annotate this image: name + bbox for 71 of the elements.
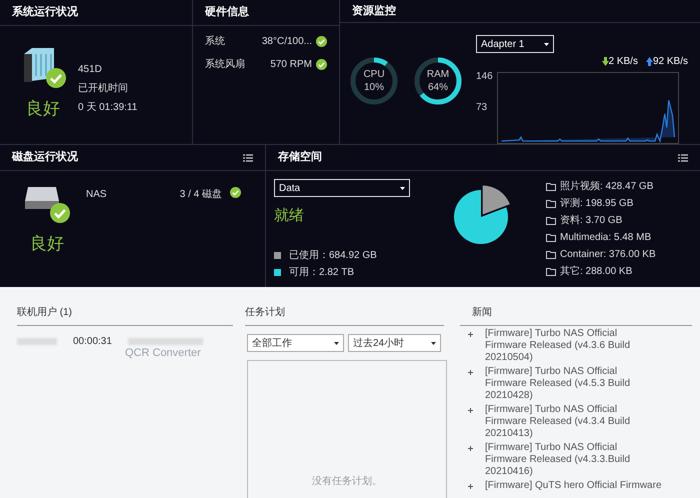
gauge-ring bbox=[348, 55, 400, 107]
desktop-icon-label: QCR Converter bbox=[125, 346, 201, 361]
upload-arrow-icon bbox=[646, 57, 653, 66]
hardware-label: 系统 bbox=[205, 34, 226, 49]
health-status: 良好 bbox=[26, 98, 60, 120]
download-speed: 2 KB/s bbox=[608, 55, 638, 69]
session-time: 00:00:31 bbox=[73, 335, 112, 349]
caret-icon bbox=[544, 42, 549, 46]
gauge-reading: 64% bbox=[428, 81, 448, 94]
axis-label: 73 bbox=[476, 101, 488, 115]
volume-state: 就绪 bbox=[274, 206, 305, 226]
panel-title: 系统运行状况 bbox=[12, 4, 78, 20]
caret-icon bbox=[431, 342, 436, 344]
plus-icon bbox=[468, 446, 473, 451]
caret-icon bbox=[400, 186, 405, 190]
volume-name: NAS bbox=[86, 188, 108, 202]
download-arrow-icon bbox=[602, 57, 608, 66]
hardware-label: 系统风扇 bbox=[205, 58, 246, 72]
list-menu-icon[interactable] bbox=[678, 154, 688, 162]
empty-message: 没有任务计划。 bbox=[312, 474, 382, 489]
news-link[interactable]: [Firmware] Turbo NAS Official Firmware Released (v4.3.6 Build 20210504) bbox=[485, 328, 645, 364]
section-title: 新闻 bbox=[471, 307, 492, 318]
redacted-text bbox=[17, 338, 57, 345]
news-link[interactable]: [Firmware] Turbo NAS Official Firmware Released (v4.3.4 Build 20210413) bbox=[485, 404, 645, 440]
uptime-label: 已开机时间 bbox=[78, 82, 129, 96]
news-link[interactable]: [Firmware] Turbo NAS Official Firmware Released (v4.3.3.Build 20210416) bbox=[485, 442, 645, 478]
plus-icon bbox=[468, 408, 473, 413]
section-title: 联机用户 (1) bbox=[17, 307, 72, 318]
upload-speed: 92 KB/s bbox=[652, 55, 688, 69]
uptime-value: 0 天 01:39:11 bbox=[78, 101, 138, 115]
plus-icon bbox=[468, 484, 473, 489]
plus-icon bbox=[468, 332, 473, 337]
dropdown[interactable]: Adapter 1 bbox=[476, 35, 554, 53]
folder-usage: 评测: 198.95 GB bbox=[560, 196, 634, 211]
dropdown[interactable]: 过去24小时 bbox=[348, 334, 441, 352]
legend-swatch bbox=[274, 268, 281, 276]
dropdown[interactable]: Data bbox=[274, 179, 410, 197]
folder-usage: 照片视频: 428.47 GB bbox=[560, 180, 654, 194]
check-icon bbox=[230, 187, 241, 198]
hardware-value: 38°C/100... bbox=[261, 35, 312, 49]
folder-usage: 其它: 288.00 KB bbox=[560, 264, 632, 279]
health-status: 良好 bbox=[30, 233, 64, 255]
model-name: 451D bbox=[78, 63, 103, 77]
panel-title: 磁盘运行状况 bbox=[12, 150, 78, 166]
folder-usage: Multimedia: 5.48 MB bbox=[560, 231, 652, 245]
dropdown[interactable]: 全部工作 bbox=[247, 334, 344, 352]
folder-usage: Container: 376.00 KB bbox=[560, 248, 656, 262]
check-icon bbox=[46, 68, 66, 88]
free-space: 可用：2.82 TB bbox=[289, 266, 354, 280]
plus-icon bbox=[468, 370, 473, 375]
panel-title: 资源监控 bbox=[352, 4, 396, 19]
list-menu-icon[interactable] bbox=[243, 154, 253, 162]
hardware-value: 570 RPM bbox=[269, 58, 312, 72]
caret-icon bbox=[334, 342, 339, 344]
gauge-reading: 10% bbox=[364, 81, 384, 94]
panel-title: 硬件信息 bbox=[205, 4, 249, 20]
check-icon bbox=[316, 59, 327, 70]
gauge-label: CPU bbox=[363, 68, 385, 81]
axis-label: 146 bbox=[476, 70, 493, 84]
folder-usage: 资料: 3.70 GB bbox=[560, 214, 622, 228]
used-space: 已使用：684.92 GB bbox=[289, 248, 377, 262]
legend-swatch bbox=[274, 252, 281, 258]
gauge-ring bbox=[412, 55, 464, 107]
news-link[interactable]: [Firmware] QuTS hero Official Firmware bbox=[485, 480, 662, 492]
check-icon bbox=[316, 36, 327, 47]
section-title: 任务计划 bbox=[245, 307, 285, 318]
news-link[interactable]: [Firmware] Turbo NAS Official Firmware Released (v4.5.3 Build 20210428) bbox=[485, 366, 645, 402]
gauge-label: RAM bbox=[426, 68, 450, 81]
check-icon bbox=[50, 203, 70, 223]
disk-count: 3 / 4 磁盘 bbox=[180, 188, 222, 202]
panel-title: 存储空间 bbox=[278, 150, 322, 166]
